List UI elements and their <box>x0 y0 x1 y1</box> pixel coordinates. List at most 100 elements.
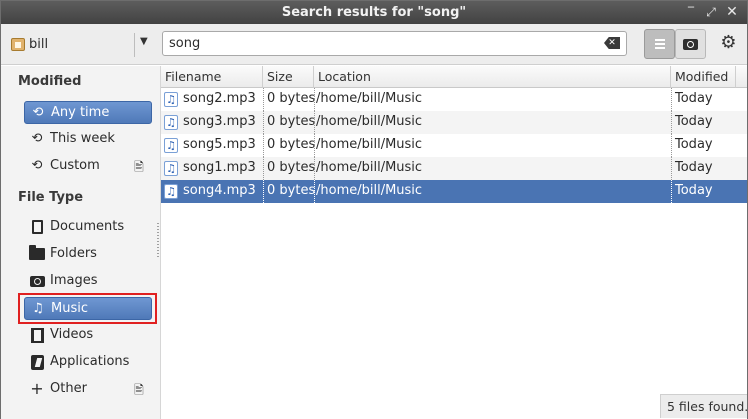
edit-document-icon[interactable]: 🖹 <box>132 158 146 174</box>
sidebar-item-any-time[interactable]: ⟲ Any time <box>24 101 152 124</box>
application-icon <box>29 354 45 370</box>
table-row[interactable]: ♫ song5.mp3 0 bytes /home/bill/Music Tod… <box>161 134 747 157</box>
film-icon <box>29 327 45 343</box>
search-input[interactable]: song ✕ <box>162 31 627 56</box>
search-query[interactable]: song <box>169 36 200 51</box>
camera-icon <box>29 273 45 289</box>
table-row-selected[interactable]: ♫ song4.mp3 0 bytes /home/bill/Music Tod… <box>161 180 747 203</box>
column-divider <box>671 88 672 111</box>
sidebar-item-images[interactable]: Images <box>24 270 152 293</box>
thumbnail-view-button[interactable] <box>675 29 706 59</box>
cell-size: 0 bytes <box>267 91 316 106</box>
column-divider <box>314 88 315 111</box>
sidebar-item-documents[interactable]: Documents <box>24 216 152 239</box>
home-folder-icon <box>11 38 25 51</box>
cell-filename: song3.mp3 <box>183 114 256 129</box>
sidebar-item-label: Other <box>50 381 87 396</box>
cell-size: 0 bytes <box>267 137 316 152</box>
cell-location: /home/bill/Music <box>316 137 423 152</box>
cell-modified: Today <box>675 137 713 152</box>
cell-modified: Today <box>675 160 713 175</box>
sidebar-item-label: Folders <box>50 246 97 261</box>
annotation-highlight-box <box>18 293 157 324</box>
history-icon: ⟲ <box>31 131 43 146</box>
minimize-button[interactable]: ‾ <box>682 3 700 21</box>
dropdown-arrow-icon[interactable]: ▼ <box>140 36 148 47</box>
audio-file-icon: ♫ <box>164 115 178 130</box>
combo-separator <box>134 33 135 57</box>
cell-location: /home/bill/Music <box>316 183 423 198</box>
column-header-modified[interactable]: Modified <box>671 66 736 88</box>
history-icon: ⟲ <box>32 105 44 120</box>
table-row[interactable]: ♫ song1.mp3 0 bytes /home/bill/Music Tod… <box>161 157 747 180</box>
file-type-heading: File Type <box>18 190 84 205</box>
column-divider <box>314 180 315 203</box>
cell-filename: song2.mp3 <box>183 91 256 106</box>
status-bar: 5 files found. <box>660 394 748 418</box>
column-divider <box>263 157 264 180</box>
cell-location: /home/bill/Music <box>316 160 423 175</box>
cell-size: 0 bytes <box>267 114 316 129</box>
sidebar: Modified ⟲ Any time ⟲ This week ⟲ Custom… <box>1 66 161 419</box>
search-window: Search results for "song" ‾ ⤢ ✕ bill ▼ s… <box>0 0 748 419</box>
edit-document-icon[interactable]: 🖹 <box>132 381 146 397</box>
audio-file-icon: ♫ <box>164 138 178 153</box>
column-header-location[interactable]: Location <box>314 66 671 88</box>
column-header-filename[interactable]: Filename <box>161 66 263 88</box>
audio-file-icon: ♫ <box>164 184 178 199</box>
gear-icon: ⚙ <box>720 32 737 53</box>
sidebar-item-label: Documents <box>50 219 125 234</box>
sidebar-item-other[interactable]: + Other 🖹 <box>24 378 152 401</box>
sidebar-item-this-week[interactable]: ⟲ This week <box>24 128 152 151</box>
clear-search-icon[interactable]: ✕ <box>604 37 620 49</box>
cell-location: /home/bill/Music <box>316 114 423 129</box>
column-divider <box>263 134 264 157</box>
cell-size: 0 bytes <box>267 160 316 175</box>
close-button[interactable]: ✕ <box>723 3 741 21</box>
cell-size: 0 bytes <box>267 183 316 198</box>
maximize-button[interactable]: ⤢ <box>702 3 720 21</box>
cell-filename: song5.mp3 <box>183 137 256 152</box>
cell-filename: song4.mp3 <box>183 183 256 198</box>
column-divider <box>263 111 264 134</box>
sidebar-item-folders[interactable]: Folders <box>24 243 152 266</box>
audio-file-icon: ♫ <box>164 92 178 107</box>
sidebar-resize-grip[interactable] <box>157 223 159 259</box>
column-divider <box>671 111 672 134</box>
window-title: Search results for "song" <box>281 5 467 20</box>
cell-modified: Today <box>675 114 713 129</box>
folder-icon <box>29 245 45 262</box>
table-row[interactable]: ♫ song3.mp3 0 bytes /home/bill/Music Tod… <box>161 111 747 134</box>
document-icon <box>29 219 45 235</box>
column-divider <box>314 111 315 134</box>
thumbnail-view-icon <box>683 39 698 50</box>
modified-heading: Modified <box>18 74 82 89</box>
list-view-icon <box>655 39 665 49</box>
scrollbar-corner <box>736 66 747 88</box>
history-icon: ⟲ <box>31 158 43 173</box>
file-list[interactable]: Filename Size Location Modified ♫ song2.… <box>161 66 747 419</box>
column-divider <box>314 134 315 157</box>
column-divider <box>671 180 672 203</box>
folder-combo[interactable]: bill ▼ <box>5 29 154 59</box>
sidebar-item-custom[interactable]: ⟲ Custom 🖹 <box>24 155 152 178</box>
preferences-button[interactable]: ⚙ <box>713 29 744 59</box>
sidebar-item-label: Videos <box>50 327 94 342</box>
table-row[interactable]: ♫ song2.mp3 0 bytes /home/bill/Music Tod… <box>161 88 747 111</box>
list-view-button[interactable] <box>644 29 675 59</box>
column-divider <box>314 157 315 180</box>
toolbar: bill ▼ song ✕ ⚙ <box>1 24 747 65</box>
sidebar-item-videos[interactable]: Videos <box>24 324 152 347</box>
cell-filename: song1.mp3 <box>183 160 256 175</box>
sidebar-item-label: Applications <box>50 354 130 369</box>
column-header-size[interactable]: Size <box>263 66 314 88</box>
cell-location: /home/bill/Music <box>316 91 423 106</box>
sidebar-item-label: Any time <box>51 105 110 120</box>
title-bar[interactable]: Search results for "song" ‾ ⤢ ✕ <box>1 1 747 24</box>
column-divider <box>671 134 672 157</box>
column-divider <box>263 88 264 111</box>
sidebar-item-label: Custom <box>50 158 100 173</box>
folder-label: bill <box>29 37 49 52</box>
sidebar-item-label: This week <box>50 131 115 146</box>
sidebar-item-applications[interactable]: Applications <box>24 351 152 374</box>
